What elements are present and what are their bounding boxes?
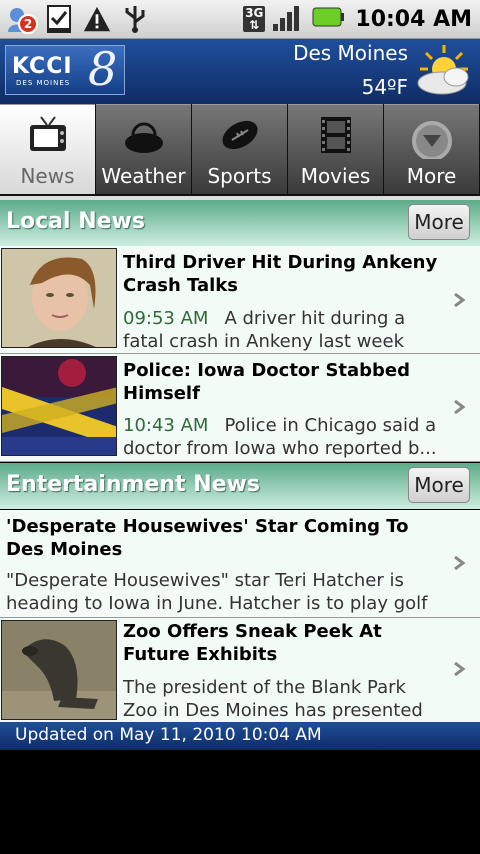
signal-strength-icon [271,2,305,36]
news-time: 09:53 AM [123,308,209,329]
news-time: 10:43 AM [123,415,209,436]
news-headline: Third Driver Hit During Ankeny Crash Tal… [123,252,438,296]
news-headline: Police: Iowa Doctor Stabbed Himself [123,360,411,404]
section-title: Local News [6,209,145,234]
news-item[interactable]: Zoo Offers Sneak Peek At Future Exhibits… [0,618,480,744]
station-logo[interactable]: KCCI DES MOINES 8 [5,42,125,96]
chevron-right-icon [454,293,466,307]
download-done-icon[interactable] [44,4,74,34]
news-thumbnail [1,248,117,348]
tab-more[interactable]: More [384,104,479,194]
chevron-right-icon [454,400,466,414]
battery-icon [311,5,345,33]
entertainment-news-more-button[interactable]: More [408,467,470,503]
entertainment-news-header: Entertainment News More [0,463,480,509]
news-item[interactable]: Third Driver Hit During Ankeny Crash Tal… [0,246,480,375]
app-header: KCCI DES MOINES 8 Des Moines 54ºF [0,39,480,104]
chevron-right-icon [454,556,466,570]
usb-icon[interactable] [120,4,150,34]
news-thumbnail [1,356,117,456]
tab-bar: News Weather Sports Movies More [0,104,480,196]
last-updated-text: Updated on May 11, 2010 10:04 AM [15,725,322,745]
weather-city: Des Moines [293,41,408,65]
local-news-header: Local News More [0,200,480,246]
weather-temperature: 54ºF [361,75,408,99]
status-bar: 2 3G ⇅ 10:04 AM [0,0,480,39]
news-headline: Zoo Offers Sneak Peek At Future Exhibits [123,621,382,665]
weather-cloud-icon [125,122,163,153]
tab-news-label: News [20,164,75,188]
section-title: Entertainment News [6,472,260,497]
tab-sports-label: Sports [207,164,272,188]
news-snippet: 10:43 AM Police in Chicago said a doctor … [123,415,437,459]
tv-icon [30,116,66,151]
network-3g-icon: 3G ⇅ [243,6,266,32]
notification-avatar-icon[interactable]: 2 [6,4,38,34]
clock: 10:04 AM [355,6,472,32]
tab-more-label: More [406,164,457,188]
film-icon [321,117,351,153]
chevron-down-circle-icon [412,121,452,159]
news-thumbnail [1,620,117,720]
warning-icon[interactable] [82,4,112,34]
tab-weather[interactable]: Weather [96,104,191,194]
tab-movies-label: Movies [300,164,371,188]
news-item[interactable]: Police: Iowa Doctor Stabbed Himself 10:4… [0,354,480,462]
partly-sunny-icon[interactable] [414,43,474,99]
notification-count-badge: 2 [18,14,38,34]
news-item[interactable]: 'Desperate Housewives' Star Coming To De… [0,510,480,637]
news-headline: 'Desperate Housewives' Star Coming To De… [6,516,409,560]
tab-news[interactable]: News [0,104,95,194]
football-icon [222,120,258,150]
update-footer: Updated on May 11, 2010 10:04 AM [0,722,480,750]
tab-movies[interactable]: Movies [288,104,383,194]
tab-sports[interactable]: Sports [192,104,287,194]
tab-weather-label: Weather [101,164,186,188]
local-news-more-button[interactable]: More [408,204,470,240]
chevron-right-icon [454,662,466,676]
